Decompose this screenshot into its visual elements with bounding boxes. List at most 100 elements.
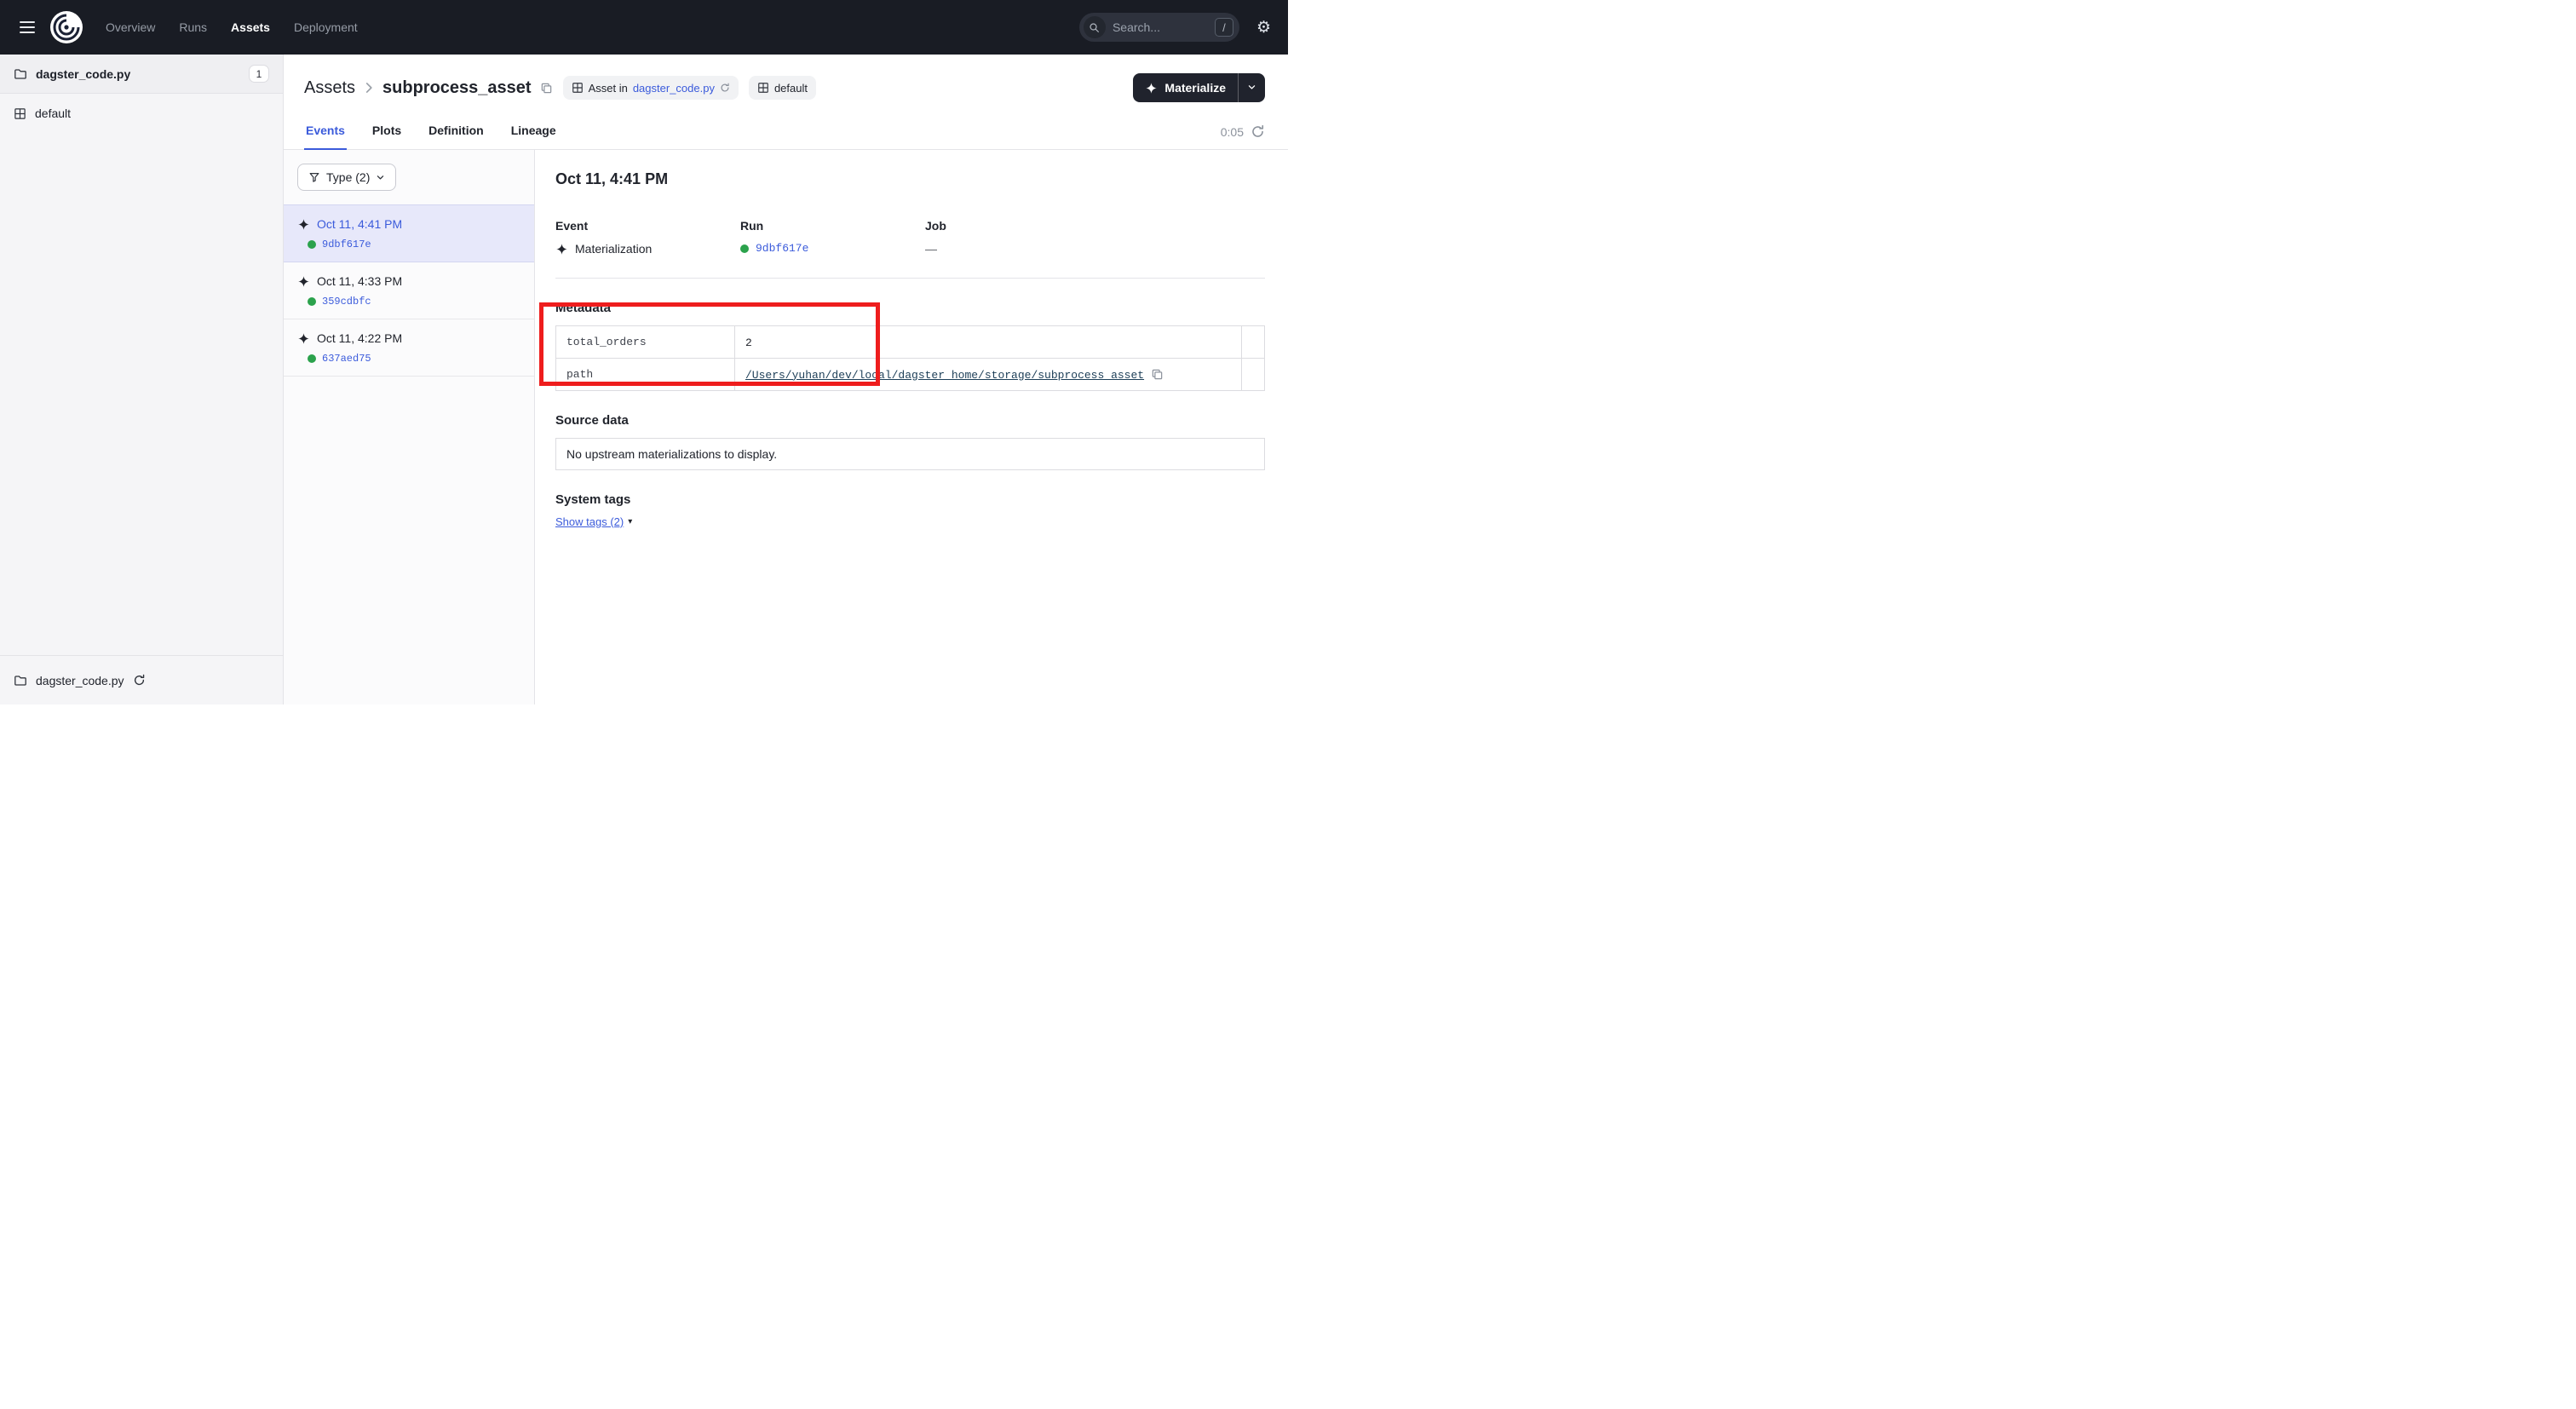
section-divider [555, 278, 1265, 279]
chevron-down-icon [1247, 82, 1256, 95]
metadata-key: total_orders [556, 326, 735, 359]
metadata-row-end-cell [1242, 359, 1265, 391]
reload-icon[interactable] [720, 83, 730, 93]
page-header: Assets subprocess_asset Asset in dagster… [284, 55, 1288, 109]
run-column: Run 9dbf617e [740, 219, 925, 256]
copy-icon[interactable] [1151, 368, 1164, 381]
repo-pill-label: default [774, 82, 808, 95]
breadcrumb-assets-link[interactable]: Assets [304, 78, 355, 98]
code-location-link[interactable]: dagster_code.py [633, 82, 715, 95]
tab-events[interactable]: Events [304, 124, 347, 149]
run-status-dot [308, 354, 316, 363]
job-column: Job — [925, 219, 1265, 256]
nav-assets[interactable]: Assets [231, 20, 270, 34]
header-left: Assets subprocess_asset Asset in dagster… [304, 76, 816, 100]
materialize-dropdown-button[interactable] [1238, 73, 1265, 102]
nav-runs[interactable]: Runs [179, 20, 207, 34]
run-link[interactable]: 637aed75 [322, 353, 371, 365]
event-list-item[interactable]: Oct 11, 4:22 PM 637aed75 [284, 319, 534, 377]
tab-definition[interactable]: Definition [427, 124, 486, 149]
navbar-left: Overview Runs Assets Deployment [12, 10, 358, 44]
repo-grid-icon [757, 82, 769, 94]
event-label: Event [555, 219, 740, 233]
refresh-timer-group: 0:05 [1221, 124, 1265, 149]
job-value: — [925, 242, 1265, 256]
asset-location-pill: Asset in dagster_code.py [563, 76, 739, 100]
refresh-timer: 0:05 [1221, 125, 1244, 139]
materialization-icon [555, 243, 568, 256]
tab-plots[interactable]: Plots [371, 124, 403, 149]
event-detail-panel: Oct 11, 4:41 PM Event Materialization Ru… [535, 150, 1288, 704]
search-box[interactable]: / [1079, 13, 1239, 42]
metadata-row-end-cell [1242, 326, 1265, 359]
event-list-item[interactable]: Oct 11, 4:41 PM 9dbf617e [284, 204, 534, 262]
event-list-item[interactable]: Oct 11, 4:33 PM 359cdbfc [284, 262, 534, 319]
refresh-icon[interactable] [1251, 124, 1265, 139]
show-tags-toggle[interactable]: Show tags (2) ▾ [555, 515, 632, 528]
event-type-value: Materialization [575, 242, 652, 256]
show-tags-label: Show tags (2) [555, 515, 624, 528]
run-status-dot [308, 297, 316, 306]
gear-icon[interactable]: ⚙ [1256, 20, 1271, 36]
nav-deployment[interactable]: Deployment [294, 20, 358, 34]
type-filter-button[interactable]: Type (2) [297, 164, 396, 191]
event-detail-title: Oct 11, 4:41 PM [555, 170, 1265, 188]
sidebar-footer-label: dagster_code.py [36, 674, 124, 687]
chevron-down-icon [376, 173, 385, 182]
run-link[interactable]: 9dbf617e [322, 239, 371, 250]
metadata-row: total_orders 2 [556, 326, 1265, 359]
metadata-value: 2 [745, 336, 752, 349]
materialization-icon [297, 218, 310, 231]
event-list-panel: Type (2) Oct 11, 4:41 PM [284, 150, 535, 704]
sidebar-footer-code-location[interactable]: dagster_code.py [0, 655, 283, 704]
materialization-icon [297, 275, 310, 288]
copy-icon[interactable] [540, 82, 553, 95]
top-navbar: Overview Runs Assets Deployment / ⚙ [0, 0, 1288, 55]
table-icon [572, 82, 584, 94]
source-data-heading: Source data [555, 413, 1265, 428]
run-status-dot [740, 244, 749, 253]
event-summary-grid: Event Materialization Run 9dbf617e [555, 219, 1265, 256]
metadata-key: path [556, 359, 735, 391]
metadata-heading: Metadata [555, 301, 1265, 315]
tab-lineage[interactable]: Lineage [509, 124, 558, 149]
metadata-table: total_orders 2 path /Users/yuhan/dev/loc… [555, 325, 1265, 391]
metadata-row: path /Users/yuhan/dev/local/dagster_home… [556, 359, 1265, 391]
hamburger-menu-icon[interactable] [12, 12, 43, 43]
filter-row: Type (2) [284, 150, 534, 204]
run-link[interactable]: 9dbf617e [756, 242, 808, 255]
folder-icon [14, 67, 27, 81]
dagster-logo-icon[interactable] [49, 10, 83, 44]
nav-overview[interactable]: Overview [106, 20, 155, 34]
materialize-label: Materialize [1164, 81, 1226, 95]
sidebar-item-code-location[interactable]: dagster_code.py 1 [0, 55, 283, 94]
sidebar: dagster_code.py 1 default dagster_code.p… [0, 55, 284, 704]
sidebar-item-default-group[interactable]: default [0, 94, 283, 133]
sidebar-item-label: default [35, 106, 71, 120]
asset-location-prefix: Asset in [589, 82, 628, 95]
storage-path-link[interactable]: /Users/yuhan/dev/local/dagster_home/stor… [745, 369, 1144, 382]
reload-icon[interactable] [133, 674, 146, 687]
tabs-row: Events Plots Definition Lineage 0:05 [284, 109, 1288, 150]
main-panel: Assets subprocess_asset Asset in dagster… [284, 55, 1288, 704]
search-input[interactable] [1113, 20, 1208, 34]
materialize-button[interactable]: Materialize [1133, 73, 1238, 102]
folder-icon [14, 674, 27, 687]
event-column: Event Materialization [555, 219, 740, 256]
run-link[interactable]: 359cdbfc [322, 296, 371, 308]
repo-pill: default [749, 76, 816, 100]
content-area: Type (2) Oct 11, 4:41 PM [284, 150, 1288, 704]
event-timestamp: Oct 11, 4:33 PM [317, 274, 402, 288]
caret-down-icon: ▾ [628, 518, 632, 526]
system-tags-heading: System tags [555, 492, 1265, 507]
source-data-empty-state: No upstream materializations to display. [555, 438, 1265, 470]
event-timestamp: Oct 11, 4:22 PM [317, 331, 402, 345]
primary-nav: Overview Runs Assets Deployment [106, 20, 358, 34]
filter-label: Type (2) [326, 170, 370, 184]
navbar-right: / ⚙ [1079, 13, 1271, 42]
repo-grid-icon [14, 107, 26, 120]
sparkle-icon [1145, 82, 1158, 95]
breadcrumb: Assets subprocess_asset [304, 78, 553, 98]
search-icon [1084, 16, 1106, 38]
run-label: Run [740, 219, 925, 233]
